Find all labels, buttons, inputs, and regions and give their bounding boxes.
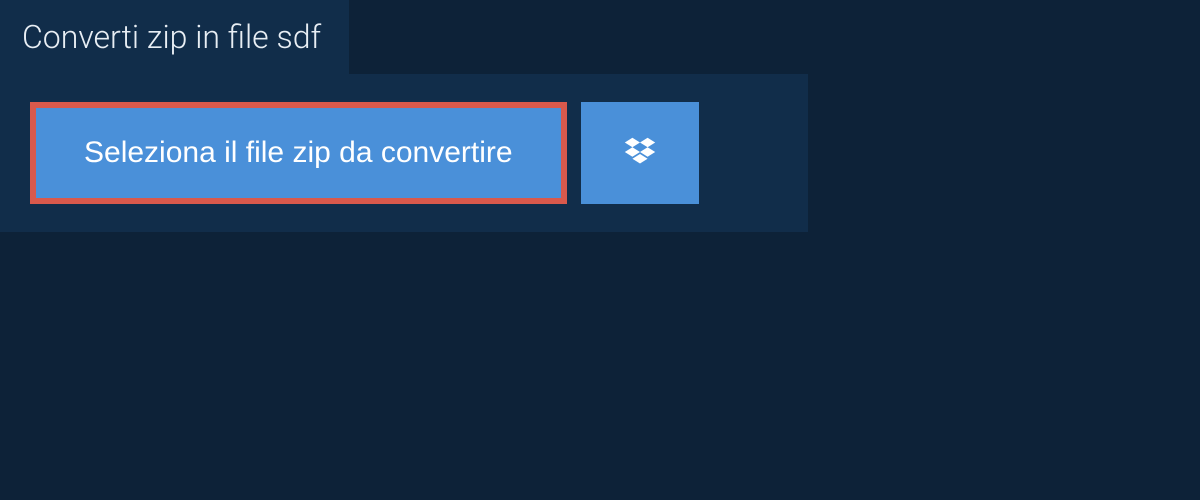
tab-convert[interactable]: Converti zip in file sdf (0, 0, 349, 74)
dropbox-icon (621, 134, 659, 172)
select-file-highlight: Seleziona il file zip da convertire (30, 102, 567, 204)
tab-header: Converti zip in file sdf (0, 0, 349, 74)
select-file-button[interactable]: Seleziona il file zip da convertire (36, 108, 561, 198)
button-row: Seleziona il file zip da convertire (30, 102, 780, 204)
select-file-label: Seleziona il file zip da convertire (84, 136, 513, 169)
conversion-panel: Seleziona il file zip da convertire (0, 74, 808, 232)
dropbox-button[interactable] (581, 102, 699, 204)
tab-title: Converti zip in file sdf (22, 18, 321, 56)
